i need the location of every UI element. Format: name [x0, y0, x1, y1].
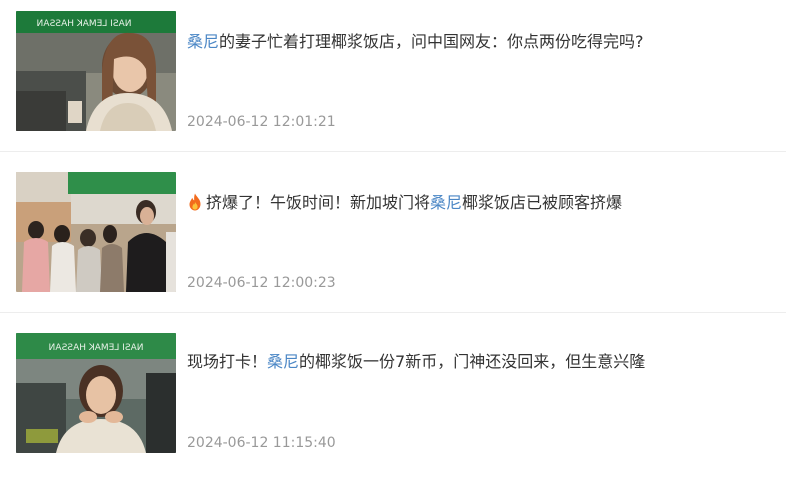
timestamp: 2024-06-12 12:00:23	[187, 275, 336, 291]
news-title[interactable]: 桑尼的妻子忙着打理椰浆饭店，问中国网友：你点两份吃得完吗?	[187, 31, 644, 53]
list-item[interactable]: NASI LEMAK HASSAN 现场打卡！桑尼的椰浆饭一份7新币，门神还没回…	[0, 320, 786, 480]
title-text[interactable]: 的妻子忙着打理椰浆饭店，问中国网友：你点两份吃得完吗?	[219, 32, 644, 51]
list-item[interactable]: NASI LEMAK HASSAN 桑尼的妻子忙着打理椰浆饭店，问中国网友：你点…	[0, 0, 786, 160]
title-text[interactable]: 椰浆饭店已被顾客挤爆	[462, 193, 622, 212]
divider	[0, 312, 786, 313]
title-text[interactable]: 的椰浆饭一份7新币，门神还没回来，但生意兴隆	[299, 352, 645, 371]
divider	[0, 151, 786, 152]
shop-sign-text: NASI LEMAK HASSAN	[49, 343, 144, 353]
news-title[interactable]: 挤爆了！午饭时间！新加坡门将桑尼椰浆饭店已被顾客挤爆	[187, 192, 622, 214]
fire-icon	[189, 193, 201, 211]
list-item[interactable]: 挤爆了！午饭时间！新加坡门将桑尼椰浆饭店已被顾客挤爆 2024-06-12 12…	[0, 160, 786, 320]
title-text[interactable]: 挤爆了！午饭时间！新加坡门将	[206, 193, 430, 212]
title-text[interactable]: 现场打卡！	[187, 352, 267, 371]
crowded-restaurant-thumbnail[interactable]	[16, 172, 176, 292]
woman-eating-thumbnail[interactable]: NASI LEMAK HASSAN	[16, 333, 176, 453]
news-feed: NASI LEMAK HASSAN 桑尼的妻子忙着打理椰浆饭店，问中国网友：你点…	[0, 0, 786, 469]
news-title[interactable]: 现场打卡！桑尼的椰浆饭一份7新币，门神还没回来，但生意兴隆	[187, 351, 645, 373]
shop-sign-text: NASI LEMAK HASSAN	[37, 19, 132, 29]
timestamp: 2024-06-12 11:15:40	[187, 435, 336, 451]
highlighted-name[interactable]: 桑尼	[430, 193, 462, 212]
highlighted-name[interactable]: 桑尼	[267, 352, 299, 371]
highlighted-name[interactable]: 桑尼	[187, 32, 219, 51]
timestamp: 2024-06-12 12:01:21	[187, 114, 336, 130]
woman-in-restaurant-thumbnail[interactable]: NASI LEMAK HASSAN	[16, 11, 176, 131]
